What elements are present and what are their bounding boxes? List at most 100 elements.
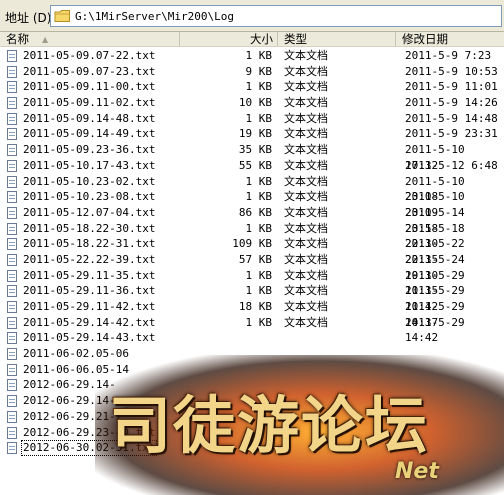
column-header-type[interactable]: 类型 [278,32,396,46]
watermark-subtitle: Net [395,459,439,484]
file-name: 2011-06-06.05-14 [23,362,129,376]
text-file-icon [7,128,17,141]
text-file-icon [7,65,17,78]
text-file-icon [7,301,17,313]
file-name: 2011-05-22.22-39.txt [23,252,156,266]
file-list: 2011-05-09.07-22.txt 1 KB 文本文档 2011-5-9 7:2… [0,48,504,456]
file-size: 1 KB [245,221,273,235]
file-row[interactable]: 2011-05-29.14-43.txt [0,330,504,346]
file-type: 文本文档 [284,96,328,110]
file-row[interactable]: 2011-05-18.22-31.txt 109 KB 文本文档 2011-5-22 … [0,236,504,266]
file-row[interactable]: 2011-05-10.23-02.txt 1 KB 文本文档 2011-5-10 23… [0,174,504,203]
file-size: 55 KB [238,158,272,172]
file-name: 2012-06-29.23-40.txt [23,425,156,439]
file-type: 文本文档 [284,205,328,219]
file-row[interactable]: 2011-05-09.11-00.txt 1 KB 文本文档 2011-5-9 11:… [0,79,504,95]
text-file-icon [7,379,17,392]
column-header-modified-label: 修改日期 [402,32,448,46]
file-row[interactable]: 2011-06-06.05-14 [0,362,504,378]
file-row[interactable]: 2011-05-10.23-08.txt 1 KB 文本文档 2011-5-10 23… [0,189,504,219]
file-row[interactable]: 2011-05-22.22-39.txt 57 KB 文本文档 2011-5-24 1… [0,252,504,282]
file-name: 2011-05-09.07-22.txt [23,49,156,62]
file-size: 1 KB [245,111,273,125]
file-type: 文本文档 [284,80,328,94]
column-header-name-label: 名称 [6,32,29,46]
file-modified: 2011-5-9 23:31 [405,127,498,141]
file-type: 文本文档 [284,143,328,157]
text-file-icon [7,206,17,219]
file-name: 2011-05-29.14-42.txt [23,315,156,329]
file-name: 2011-05-09.14-48.txt [23,111,156,125]
column-header-name[interactable]: 名称 ▲ [0,32,180,46]
file-name: 2012-06-29.14- [23,394,116,408]
file-name: 2011-05-09.14-49.txt [23,127,156,141]
file-row[interactable]: 2012-06-29.23-40.txt [0,425,504,441]
file-type: 文本文档 [284,300,328,313]
file-name: 2011-05-18.22-31.txt [23,237,156,251]
file-row[interactable]: 2011-05-18.22-30.txt 1 KB 文本文档 2011-5-18 22… [0,221,504,250]
text-file-icon [7,348,17,361]
file-name: 2011-05-29.11-42.txt [23,300,156,313]
file-row[interactable]: 2011-05-29.11-36.txt 1 KB 文本文档 2011-5-29 11… [0,283,504,313]
file-row[interactable]: 2012-06-30.02-31.txt [0,440,504,456]
file-row[interactable]: 2011-05-29.11-35.txt 1 KB 文本文档 2011-5-29 11… [0,268,504,297]
file-row[interactable]: 2011-05-09.07-23.txt 9 KB 文本文档 2011-5-9 10:… [0,64,504,80]
text-file-icon [7,269,17,282]
file-name: 2011-05-29.14-43.txt [23,331,156,345]
column-header-type-label: 类型 [284,32,307,46]
file-type: 文本文档 [284,64,328,78]
file-name: 2012-06-29.21-2 [23,409,123,423]
file-modified: 2011-5-9 10:53 [405,64,498,78]
text-file-icon [7,97,17,110]
file-row[interactable]: 2012-06-29.14- [0,393,504,409]
text-file-icon [7,363,17,376]
column-header-modified[interactable]: 修改日期 [396,32,504,46]
file-size: 9 KB [245,64,273,78]
file-row[interactable]: 2011-05-29.11-42.txt 18 KB 文本文档 2011-5-29 1… [0,299,504,329]
column-header-size-label: 大小 [250,32,273,46]
text-file-icon [7,112,17,125]
file-row[interactable]: 2011-06-02.05-06 [0,346,504,362]
file-row[interactable]: 2011-05-29.14-42.txt 1 KB 文本文档 2011-5-29 14… [0,315,504,344]
text-file-icon [7,191,17,204]
sort-ascending-icon: ▲ [42,35,49,44]
address-path: G:\1MirServer\Mir200\Log [75,10,234,23]
text-file-icon [7,442,17,455]
file-type: 文本文档 [284,127,328,141]
file-name: 2011-05-10.23-08.txt [23,190,156,204]
text-file-icon [7,81,17,94]
file-type: 文本文档 [284,49,328,62]
address-field[interactable]: G:\1MirServer\Mir200\Log [50,5,502,27]
file-row[interactable]: 2011-05-12.07-04.txt 86 KB 文本文档 2011-5-14 2… [0,205,504,235]
text-file-icon [7,238,17,251]
file-type: 文本文档 [284,268,328,282]
file-row[interactable]: 2011-05-10.17-43.txt 55 KB 文本文档 2011-5-12 6… [0,158,504,174]
file-size: 1 KB [245,284,273,298]
file-row[interactable]: 2011-05-09.11-02.txt 10 KB 文本文档 2011-5-9 14… [0,95,504,111]
file-row[interactable]: 2012-06-29.21-2 [0,409,504,425]
file-modified: 2011-5-9 7:23 [405,49,492,62]
text-file-icon [7,395,17,408]
address-bar: 地址 (D) G:\1MirServer\Mir200\Log [0,0,504,32]
file-modified: 2011-5-9 14:48 [405,111,498,125]
file-name: 2012-06-29.14- [23,378,116,392]
file-row[interactable]: 2011-05-09.14-48.txt 1 KB 文本文档 2011-5-9 14:… [0,111,504,127]
file-size: 35 KB [238,143,272,157]
file-type: 文本文档 [284,315,328,329]
file-row[interactable]: 2011-05-09.07-22.txt 1 KB 文本文档 2011-5-9 7:2… [0,48,504,64]
file-name: 2011-05-09.11-02.txt [23,96,156,110]
file-size: 1 KB [245,80,273,94]
file-row[interactable]: 2011-05-09.23-36.txt 35 KB 文本文档 2011-5-10 1… [0,142,504,172]
file-name: 2011-05-18.22-30.txt [23,221,156,235]
file-row[interactable]: 2012-06-29.14- [0,377,504,393]
file-row[interactable]: 2011-05-09.14-49.txt 19 KB 文本文档 2011-5-9 23… [0,126,504,142]
file-name: 2011-05-09.23-36.txt [23,143,156,157]
file-name: 2011-05-12.07-04.txt [23,205,156,219]
column-header-size[interactable]: 大小 [180,32,278,46]
file-name: 2011-05-29.11-35.txt [23,268,156,282]
file-type: 文本文档 [284,190,328,204]
file-type: 文本文档 [284,111,328,125]
file-size: 1 KB [245,190,273,204]
column-header-bar: 名称 ▲ 大小 类型 修改日期 [0,32,504,47]
file-name: 2011-06-02.05-06 [23,347,129,361]
